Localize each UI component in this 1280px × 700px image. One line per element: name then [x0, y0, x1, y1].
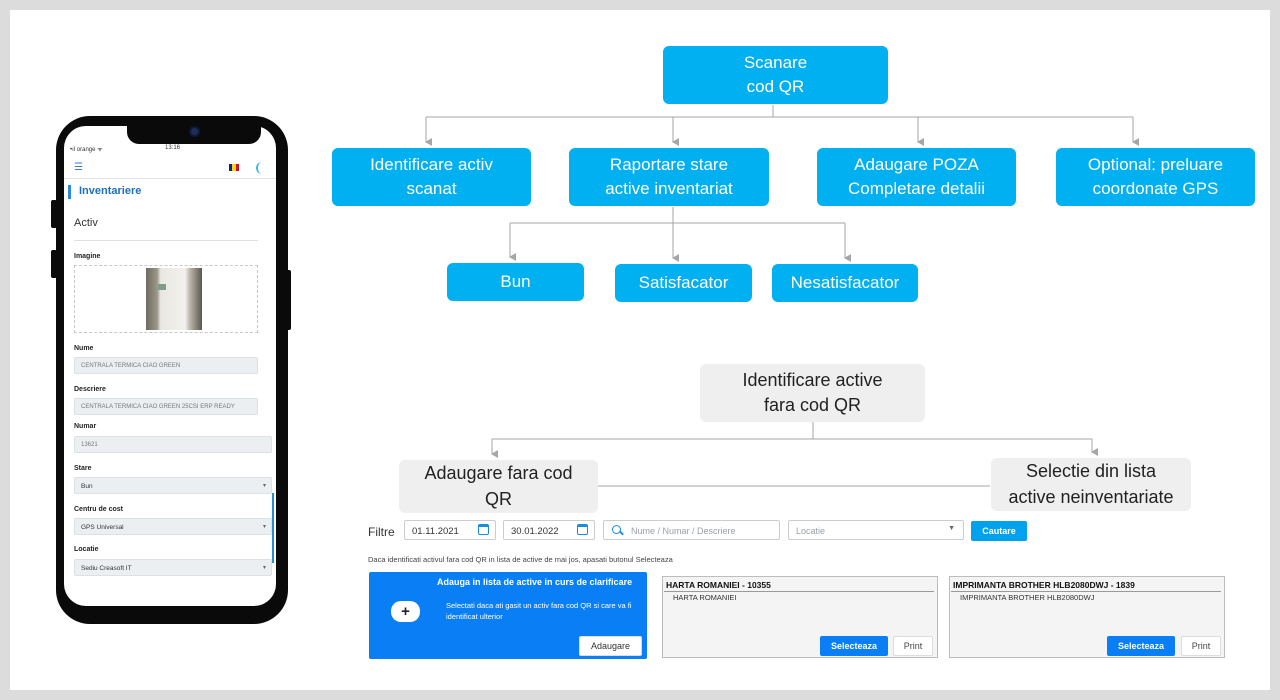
camera-icon — [189, 126, 200, 137]
asset-card-divider — [951, 591, 1221, 592]
state-select[interactable]: Bun ▾ — [74, 477, 272, 494]
filters-label: Filtre — [368, 525, 395, 539]
node-state-satisfactory: Satisfacator — [615, 264, 752, 302]
add-button[interactable]: Adaugare — [579, 636, 642, 656]
node-add-photo: Adaugare POZA Completare detalii — [817, 148, 1016, 206]
page-title-accent — [68, 185, 71, 199]
description-label: Descriere — [74, 386, 106, 393]
instructions-text: Daca identificati activul fara cod QR in… — [368, 555, 673, 564]
search-input[interactable]: Nume / Numar / Descriere — [603, 520, 780, 540]
print-button[interactable]: Print — [1181, 636, 1221, 656]
state-select-value: Bun — [81, 483, 93, 490]
name-field[interactable]: CENTRALA TERMICA CIAO GREEN — [74, 357, 258, 374]
select-button[interactable]: Selecteaza — [820, 636, 888, 656]
node-state-unsatisfactory: Nesatisfacator — [772, 264, 918, 302]
location-filter-select[interactable]: Locatie ▼ — [788, 520, 964, 540]
node-add-no-qr: Adaugare fara cod QR — [399, 460, 598, 513]
number-label: Numar — [74, 423, 97, 430]
node-identify-no-qr: Identificare active fara cod QR — [700, 364, 925, 422]
search-button[interactable]: Cautare — [971, 521, 1027, 541]
node-scan-qr: Scanare cod QR — [663, 46, 888, 104]
select-button[interactable]: Selecteaza — [1107, 636, 1175, 656]
node-state-good: Bun — [447, 263, 584, 301]
phone-scrollbar[interactable] — [272, 493, 274, 563]
asset-card-divider — [664, 591, 934, 592]
calendar-icon[interactable] — [478, 524, 489, 535]
date-to-value: 30.01.2022 — [511, 526, 559, 537]
date-from-value: 01.11.2021 — [412, 526, 459, 537]
cost-center-select[interactable]: GPS Universal ▾ — [74, 518, 272, 535]
location-select[interactable]: Sediu Creasoft IT ▾ — [74, 559, 272, 576]
asset-card-subtitle: HARTA ROMANIEI — [673, 593, 737, 602]
status-time: 13:16 — [165, 145, 181, 151]
language-flag-icon[interactable] — [229, 164, 239, 171]
asset-card-title: IMPRIMANTA BROTHER HLB2080DWJ - 1839 — [953, 580, 1135, 590]
name-label: Nume — [74, 345, 94, 352]
chevron-down-icon: ▼ — [948, 525, 955, 532]
plus-icon[interactable]: + — [391, 601, 420, 622]
menu-icon[interactable]: ☰ — [74, 162, 83, 173]
section-title: Activ — [74, 217, 98, 229]
asset-photo — [146, 268, 202, 330]
date-to-input[interactable]: 30.01.2022 — [503, 520, 595, 540]
chevron-down-icon: ▾ — [262, 524, 266, 530]
app-header-divider — [64, 178, 276, 179]
date-from-input[interactable]: 01.11.2021 — [404, 520, 496, 540]
asset-card-subtitle: IMPRIMANTA BROTHER HLB2080DWJ — [960, 593, 1095, 602]
page-title: Inventariere — [79, 185, 142, 197]
cost-center-select-value: GPS Universal — [81, 524, 124, 531]
asset-photo-display — [158, 284, 166, 290]
flag-stripe-red — [235, 164, 239, 171]
node-gps: Optional: preluare coordonate GPS — [1056, 148, 1255, 206]
state-label: Stare — [74, 465, 92, 472]
node-report-state: Raportare stare active inventariat — [569, 148, 769, 206]
description-field[interactable]: CENTRALA TERMICA CIAO GREEN 25CSI ERP RE… — [74, 398, 258, 415]
add-card-title: Adauga in lista de active in curs de cla… — [437, 577, 633, 587]
location-filter-placeholder: Locatie — [796, 526, 826, 536]
chevron-down-icon: ▾ — [262, 483, 266, 489]
print-button[interactable]: Print — [893, 636, 933, 656]
add-card-description: Selectati daca ati gasit un activ fara c… — [446, 601, 632, 622]
chevron-down-icon: ▾ — [262, 565, 266, 571]
calendar-icon[interactable] — [577, 524, 588, 535]
status-carrier: •ıl orange ᯤ — [70, 147, 103, 153]
asset-card-title: HARTA ROMANIEI - 10355 — [666, 580, 771, 590]
location-select-value: Sediu Creasoft IT — [81, 565, 132, 572]
location-label: Locatie — [74, 546, 99, 553]
number-field[interactable]: 13621 — [74, 436, 272, 453]
cost-center-label: Centru de cost — [74, 506, 124, 513]
section-divider — [74, 240, 258, 241]
image-label: Imagine — [74, 253, 101, 260]
node-identify-scanned: Identificare activ scanat — [332, 148, 531, 206]
app-logo-icon — [256, 162, 262, 174]
node-select-from-list: Selectie din lista active neinventariate — [991, 458, 1191, 511]
